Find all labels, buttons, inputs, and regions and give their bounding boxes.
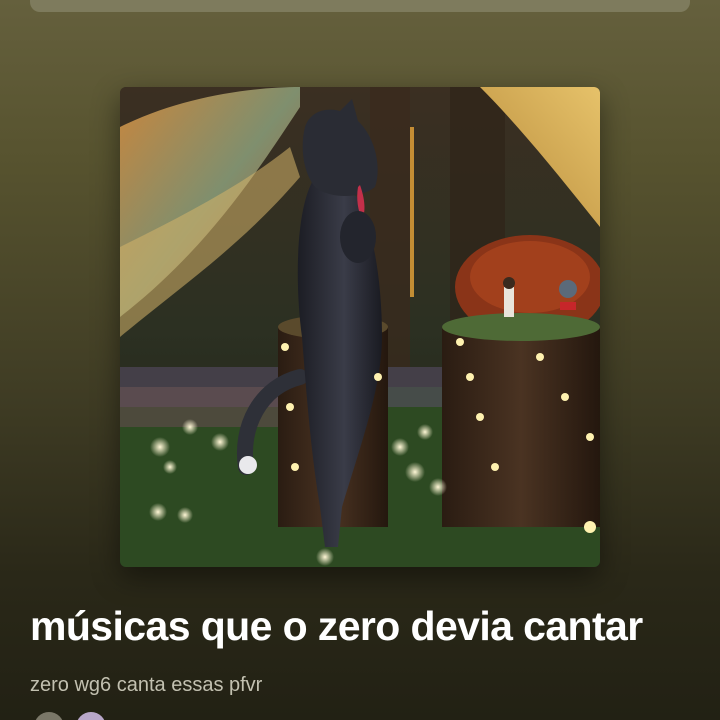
user-avatar-icon[interactable] — [34, 712, 64, 720]
playlist-title: músicas que o zero devia cantar — [30, 603, 643, 649]
search-bar[interactable] — [30, 0, 690, 12]
cover-illustration — [120, 87, 600, 567]
user-avatar-icon[interactable] — [76, 712, 106, 720]
playlist-description: zero wg6 canta essas pfvr — [30, 674, 263, 696]
playlist-cover-image — [120, 87, 600, 567]
